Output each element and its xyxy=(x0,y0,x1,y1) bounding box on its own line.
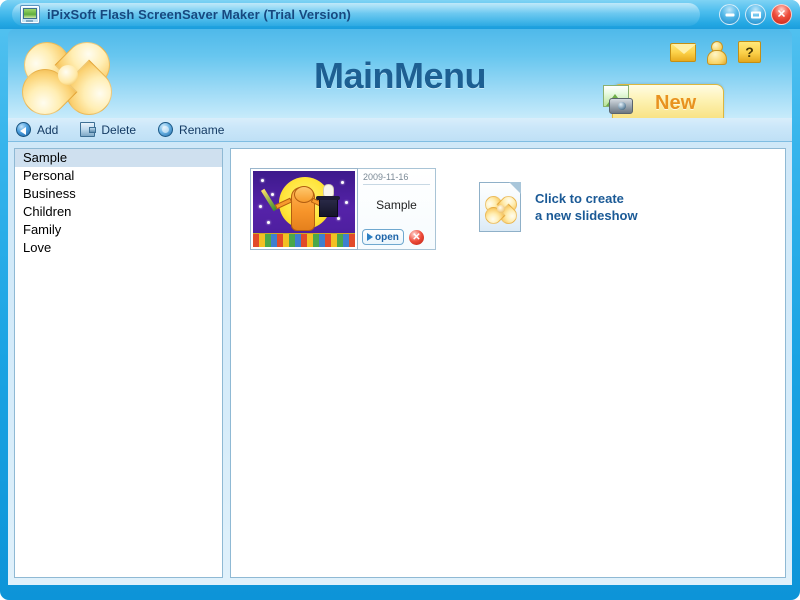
sidebar-item-sample[interactable]: Sample xyxy=(15,149,222,167)
sidebar-item-business[interactable]: Business xyxy=(15,185,222,203)
mail-button[interactable] xyxy=(670,40,696,64)
open-arrow-icon xyxy=(367,233,373,241)
user-icon xyxy=(704,40,728,65)
delete-page-icon xyxy=(80,122,97,137)
toolbar-rename-label: Rename xyxy=(179,122,225,137)
help-button[interactable]: ? xyxy=(738,40,764,64)
sidebar-item-personal[interactable]: Personal xyxy=(15,167,222,185)
window-controls: ✕ xyxy=(719,4,792,25)
category-list[interactable]: Sample Personal Business Children Family… xyxy=(14,148,223,578)
minimize-icon xyxy=(725,13,734,16)
title-bar-inner: iPixSoft Flash ScreenSaver Maker (Trial … xyxy=(12,3,700,26)
toolbar-rename-button[interactable]: Rename xyxy=(158,122,224,137)
toolbar-add-button[interactable]: Add xyxy=(16,122,58,137)
open-button[interactable]: open xyxy=(362,229,404,245)
photo-camera-icon xyxy=(601,85,635,117)
sidebar-item-love[interactable]: Love xyxy=(15,239,222,257)
toolbar-delete-button[interactable]: Delete xyxy=(80,122,136,137)
sidebar-item-family[interactable]: Family xyxy=(15,221,222,239)
new-button[interactable]: New xyxy=(603,84,724,118)
toolbar-add-label: Add xyxy=(37,122,59,137)
add-arrow-icon xyxy=(16,122,31,137)
new-button-label: New xyxy=(655,91,697,114)
help-icon: ? xyxy=(738,41,761,63)
cat-magician-thumbnail-icon xyxy=(253,171,355,247)
application-window: iPixSoft Flash ScreenSaver Maker (Trial … xyxy=(0,0,800,600)
close-button[interactable]: ✕ xyxy=(771,4,792,25)
new-document-clover-icon xyxy=(479,182,521,232)
create-new-line2: a new slideshow xyxy=(535,208,638,223)
create-new-slideshow-tile[interactable]: Click to create a new slideshow xyxy=(479,182,638,232)
maximize-button[interactable] xyxy=(745,4,766,25)
content-panel: 2009-11-16 Sample open ✕ Click to create… xyxy=(230,148,786,578)
open-button-label: open xyxy=(375,231,399,243)
create-new-label: Click to create a new slideshow xyxy=(535,190,638,224)
clover-glyph-icon xyxy=(481,192,521,228)
slideshow-title: Sample xyxy=(376,198,417,212)
mail-icon xyxy=(670,43,696,62)
title-bar: iPixSoft Flash ScreenSaver Maker (Trial … xyxy=(0,0,800,29)
sidebar-item-children[interactable]: Children xyxy=(15,203,222,221)
toolbar: Add Delete Rename xyxy=(8,118,792,142)
create-new-line1: Click to create xyxy=(535,191,624,206)
delete-slideshow-button[interactable]: ✕ xyxy=(408,229,424,245)
slideshow-actions: open ✕ xyxy=(362,229,424,245)
close-icon: ✕ xyxy=(776,8,787,20)
rename-circle-icon xyxy=(158,122,174,137)
window-title: iPixSoft Flash ScreenSaver Maker (Trial … xyxy=(47,7,351,22)
header-icon-group: ? xyxy=(670,40,764,65)
slideshow-info: 2009-11-16 Sample open ✕ xyxy=(358,168,436,250)
slideshow-thumbnail[interactable] xyxy=(250,168,358,250)
header-banner: MainMenu ? New xyxy=(8,29,792,118)
minimize-button[interactable] xyxy=(719,4,740,25)
maximize-icon xyxy=(750,11,761,18)
slideshow-card[interactable]: 2009-11-16 Sample open ✕ xyxy=(250,168,436,250)
monitor-screensaver-icon xyxy=(20,5,40,24)
slideshow-date: 2009-11-16 xyxy=(363,172,430,185)
user-button[interactable] xyxy=(704,40,730,65)
toolbar-delete-label: Delete xyxy=(101,122,137,137)
